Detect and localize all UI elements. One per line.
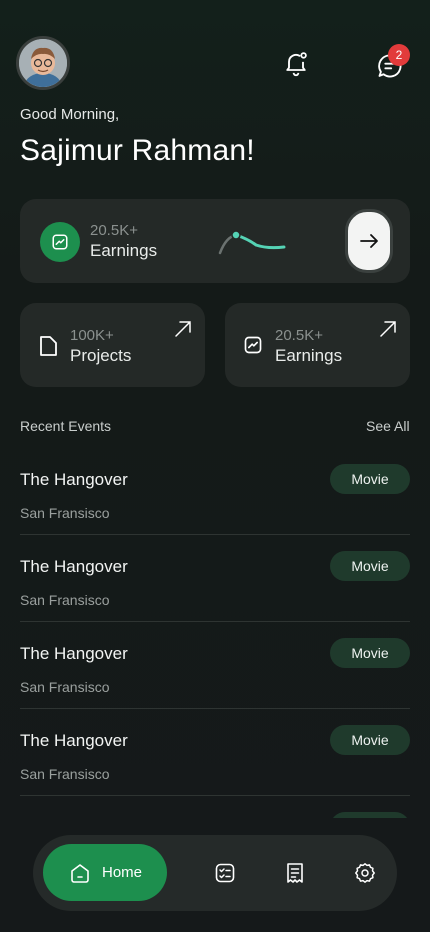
bell-icon xyxy=(286,52,307,77)
nav-home-label: Home xyxy=(101,864,142,881)
projects-value: 100K+ xyxy=(70,327,114,344)
earnings-label: Earnings xyxy=(90,241,158,260)
event-tag[interactable]: Movie xyxy=(330,464,410,494)
trend-up-icon xyxy=(52,234,68,250)
event-title: The Hangover xyxy=(20,557,128,576)
list-item[interactable]: The Hangover San Fransisco Movie xyxy=(20,622,410,709)
earnings-value: 20.5K+ xyxy=(90,222,138,239)
projects-label: Projects xyxy=(70,346,132,365)
event-location: San Fransisco xyxy=(20,505,110,521)
event-location: San Fransisco xyxy=(20,766,110,782)
list-item[interactable]: The Hangover San Fransisco Movie xyxy=(20,535,410,622)
avatar[interactable] xyxy=(16,36,70,90)
avatar-image xyxy=(19,39,67,87)
receipt-icon xyxy=(287,863,303,883)
event-tag[interactable]: Movie xyxy=(330,725,410,755)
greeting-text: Good Morning, xyxy=(20,106,120,123)
event-title: The Hangover xyxy=(20,731,128,750)
event-location: San Fransisco xyxy=(20,592,110,608)
go-arrow-button[interactable] xyxy=(345,209,393,273)
arrow-right-icon xyxy=(360,234,378,248)
earnings-card-label: Earnings xyxy=(275,346,343,365)
arrow-up-right-icon xyxy=(175,321,191,337)
earnings-icon-badge xyxy=(40,222,80,262)
list-item[interactable]: The Hangover San Fransisco Movie xyxy=(20,448,410,535)
event-tag[interactable]: Movie xyxy=(330,638,410,668)
bottom-navigation: Home xyxy=(33,835,397,911)
nav-receipt-button[interactable] xyxy=(281,859,309,887)
event-tag[interactable] xyxy=(330,812,410,818)
event-location: San Fransisco xyxy=(20,679,110,695)
recent-events-list[interactable]: The Hangover San Fransisco Movie The Han… xyxy=(20,448,410,818)
message-count-badge: 2 xyxy=(388,44,410,66)
earnings-card[interactable]: 20.5K+ Earnings xyxy=(225,303,410,387)
settings-icon xyxy=(355,863,375,883)
event-tag[interactable]: Movie xyxy=(330,551,410,581)
nav-settings-button[interactable] xyxy=(351,859,379,887)
trend-up-icon xyxy=(244,336,262,354)
list-item[interactable] xyxy=(20,796,410,818)
event-title: The Hangover xyxy=(20,644,128,663)
arrow-up-right-icon xyxy=(380,321,396,337)
event-title: The Hangover xyxy=(20,470,128,489)
see-all-link[interactable]: See All xyxy=(366,418,410,434)
nav-tasks-button[interactable] xyxy=(211,859,239,887)
tasks-icon xyxy=(215,863,235,883)
sparkline-chart xyxy=(218,230,286,255)
home-icon xyxy=(71,863,89,883)
notification-button[interactable] xyxy=(278,45,314,81)
list-item[interactable]: The Hangover San Fransisco Movie xyxy=(20,709,410,796)
user-name: Sajimur Rahman! xyxy=(20,134,255,167)
earnings-summary-card[interactable]: 20.5K+ Earnings xyxy=(20,199,410,283)
projects-card[interactable]: 100K+ Projects xyxy=(20,303,205,387)
earnings-card-value: 20.5K+ xyxy=(275,327,323,344)
recent-events-title: Recent Events xyxy=(20,418,112,434)
file-icon xyxy=(40,336,57,356)
nav-home-button[interactable]: Home xyxy=(43,844,167,901)
